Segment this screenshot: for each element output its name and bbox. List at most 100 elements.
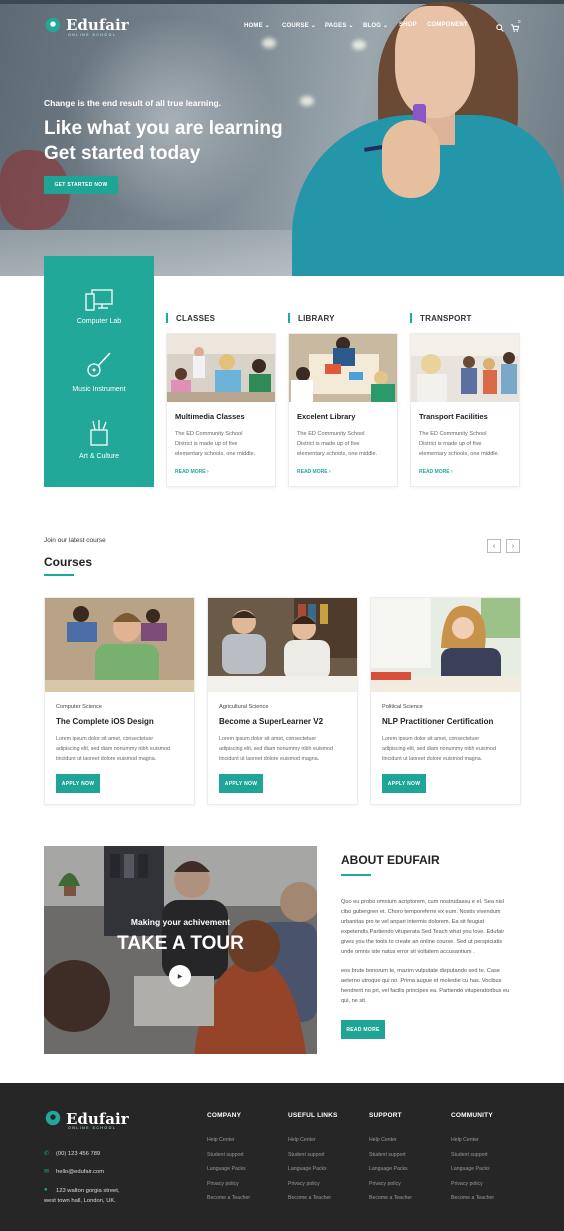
footer-link[interactable]: Student support [207, 1152, 244, 1158]
footer-link[interactable]: Help Center [369, 1137, 397, 1143]
cart-icon[interactable] [511, 24, 519, 32]
footer-logo-icon[interactable] [44, 1109, 62, 1127]
feature-label-art: Art & Culture [78, 453, 120, 460]
get-started-button[interactable]: GET STARTED NOW [44, 176, 118, 194]
heading-accent [410, 313, 412, 323]
courses-title: Courses [44, 555, 93, 569]
chevron-down-icon: ⌄ [348, 23, 354, 29]
course-card: Computer Science The Complete iOS Design… [44, 597, 195, 805]
about-read-more-button[interactable]: READ MORE [341, 1020, 385, 1039]
footer-link[interactable]: Become a Teacher [451, 1195, 494, 1201]
card-text: The ED Community School District is made … [175, 431, 256, 457]
nav-item-shop[interactable]: SHOP [399, 22, 417, 34]
envelope-icon: ✉ [44, 1169, 50, 1175]
courses-kicker: Join our latest course [44, 537, 106, 544]
course-text: Lorem ipsum dolor sit amet, consectetuer… [56, 736, 170, 762]
card-title: Excelent Library [297, 412, 356, 421]
footer-link[interactable]: Student support [451, 1152, 488, 1158]
footer-link[interactable]: Privacy policy [369, 1181, 401, 1187]
ceiling-light [300, 96, 314, 106]
logo-text[interactable]: Edufair [66, 16, 129, 34]
course-title[interactable]: NLP Practitioner Certification [382, 717, 493, 726]
prev-arrow-button[interactable]: ‹ [487, 539, 501, 553]
footer-link[interactable]: Student support [288, 1152, 325, 1158]
footer-link[interactable]: Student support [369, 1152, 406, 1158]
tour-title: TAKE A TOUR [117, 933, 244, 954]
facility-card-transport: Transport Facilities The ED Community Sc… [410, 333, 520, 487]
footer-heading-company: COMPANY [207, 1112, 242, 1119]
library-photo [289, 334, 397, 402]
nav-label: HOME [244, 23, 263, 29]
footer-logo-tagline: ONLINE SCHOOL [68, 1126, 117, 1130]
footer-heading-support: SUPPORT [369, 1112, 402, 1119]
course-photo-learners [208, 598, 357, 692]
footer-address: 123 walton gorgia street, west town hall… [44, 1188, 120, 1204]
next-arrow-button[interactable]: › [506, 539, 520, 553]
chevron-down-icon: ⌄ [383, 23, 389, 29]
footer-heading-useful-links: USEFUL LINKS [288, 1112, 338, 1119]
apply-now-button[interactable]: APPLY NOW [56, 774, 100, 793]
footer-link[interactable]: Help Center [207, 1137, 235, 1143]
course-text: Lorem ipsum dolor sit amet, consectetuer… [219, 736, 333, 762]
facility-heading-transport: TRANSPORT [420, 314, 472, 323]
read-more-link[interactable]: READ MORE › [297, 469, 331, 475]
classroom-photo [167, 334, 275, 402]
chevron-down-icon: ⌄ [310, 23, 316, 29]
features-panel: Computer Lab Music Instrument Art & Cult… [44, 256, 154, 487]
computer-icon [85, 289, 113, 311]
footer-link[interactable]: Become a Teacher [369, 1195, 412, 1201]
heading-accent [166, 313, 168, 323]
hero-kicker: Change is the end result of all true lea… [44, 98, 222, 108]
read-more-link[interactable]: READ MORE › [175, 469, 209, 475]
title-underline [341, 874, 371, 876]
course-title[interactable]: Become a SuperLearner V2 [219, 717, 323, 726]
footer-link[interactable]: Privacy policy [288, 1181, 320, 1187]
course-title[interactable]: The Complete iOS Design [56, 717, 154, 726]
nav-item-home[interactable]: HOME ⌄ [244, 22, 270, 34]
footer-link[interactable]: Help Center [451, 1137, 479, 1143]
cart-count: 0 [518, 19, 521, 24]
top-strip [0, 0, 564, 4]
nav-label: COURSE [282, 23, 309, 29]
transport-photo [411, 334, 519, 402]
read-more-link[interactable]: READ MORE › [419, 469, 453, 475]
course-card: Political Science NLP Practitioner Certi… [370, 597, 521, 805]
nav-label: BLOG [363, 23, 382, 29]
footer-link[interactable]: Privacy policy [451, 1181, 483, 1187]
footer-link[interactable]: Help Center [288, 1137, 316, 1143]
nav-item-blog[interactable]: BLOG ⌄ [363, 22, 388, 34]
footer-link[interactable]: Language Packs [207, 1166, 246, 1172]
card-title: Multimedia Classes [175, 412, 245, 421]
footer-link[interactable]: Language Packs [369, 1166, 408, 1172]
hero-person-hand [382, 120, 440, 198]
nav-label: SHOP [399, 22, 417, 28]
footer-link[interactable]: Become a Teacher [207, 1195, 250, 1201]
search-icon[interactable] [496, 24, 504, 32]
logo-tagline: ONLINE SCHOOL [68, 33, 117, 37]
footer-link[interactable]: Language Packs [451, 1166, 490, 1172]
course-category: Agricultural Science [219, 704, 269, 710]
apply-now-button[interactable]: APPLY NOW [382, 774, 426, 793]
facility-card-classes: Multimedia Classes The ED Community Scho… [166, 333, 276, 487]
nav-item-course[interactable]: COURSE ⌄ [282, 22, 316, 34]
location-pin-icon: ● [44, 1187, 48, 1193]
nav-item-pages[interactable]: PAGES ⌄ [325, 22, 354, 34]
card-text: The ED Community School District is made … [297, 431, 378, 457]
feature-label-computer-lab: Computer Lab [76, 318, 122, 325]
course-photo-writing [371, 598, 520, 692]
footer-link[interactable]: Become a Teacher [288, 1195, 331, 1201]
apply-now-button[interactable]: APPLY NOW [219, 774, 263, 793]
facility-heading-library: LIBRARY [298, 314, 335, 323]
nav-item-component[interactable]: COMPONENT [427, 22, 468, 34]
footer-email[interactable]: hello@edufair.com [56, 1167, 104, 1177]
chevron-down-icon: ⌄ [264, 23, 270, 29]
footer-link[interactable]: Privacy policy [207, 1181, 239, 1187]
footer-phone[interactable]: (00) 123 456 789 [56, 1149, 100, 1159]
facility-heading-classes: CLASSES [176, 314, 216, 323]
logo-icon[interactable] [44, 16, 62, 34]
play-icon[interactable]: ▶ [169, 965, 191, 987]
heading-accent [288, 313, 290, 323]
footer-link[interactable]: Language Packs [288, 1166, 327, 1172]
guitar-icon [87, 352, 111, 377]
art-supplies-icon [90, 420, 108, 446]
